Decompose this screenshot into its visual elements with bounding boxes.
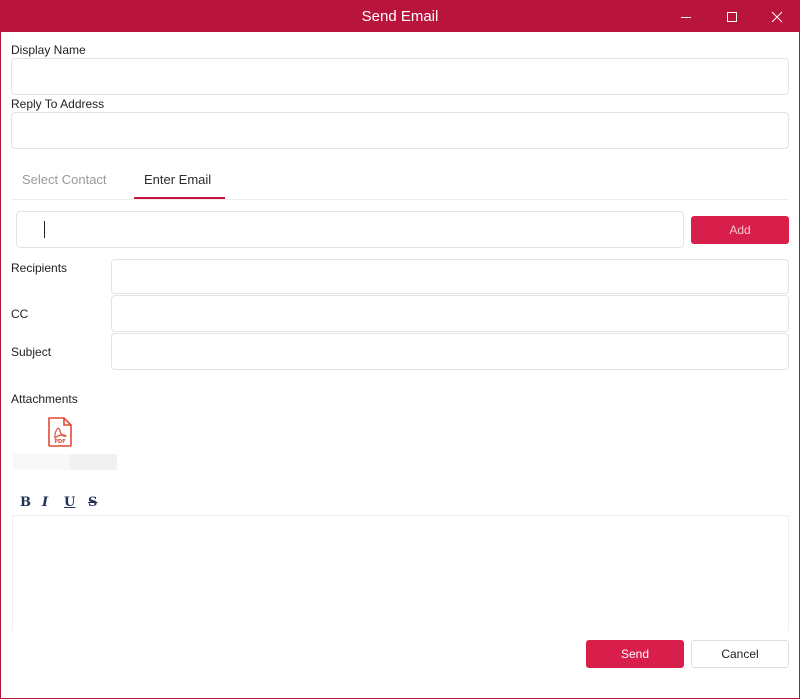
minimize-button[interactable] — [663, 1, 709, 32]
subject-field[interactable] — [111, 333, 789, 370]
attachment-remove-bar[interactable] — [70, 454, 117, 470]
italic-button[interactable]: I — [42, 495, 48, 510]
display-name-label: Display Name — [11, 43, 86, 57]
close-button[interactable] — [754, 1, 800, 32]
recipients-field[interactable] — [111, 259, 789, 294]
bold-button[interactable]: B — [20, 495, 31, 510]
add-email-button[interactable]: Add — [691, 216, 789, 244]
attachment-name-bar — [13, 454, 70, 470]
maximize-button[interactable] — [709, 1, 755, 32]
email-body-editor[interactable] — [12, 515, 789, 631]
subject-label: Subject — [11, 345, 52, 359]
pdf-icon-text: PDF — [54, 439, 65, 445]
email-address-input[interactable] — [16, 211, 684, 248]
send-button[interactable]: Send — [586, 640, 684, 668]
tab-enter-email[interactable]: Enter Email — [144, 172, 211, 187]
tab-select-contact[interactable]: Select Contact — [22, 172, 107, 187]
pdf-file-icon[interactable]: PDF — [47, 417, 73, 447]
display-name-input[interactable] — [11, 58, 789, 95]
cc-field[interactable] — [111, 295, 789, 332]
send-email-window: Send Email Display Name Reply To Address… — [0, 0, 800, 699]
recipients-label: Recipients — [11, 261, 68, 275]
attachments-label: Attachments — [11, 392, 78, 406]
cc-label: CC — [11, 307, 29, 321]
reply-to-input[interactable] — [11, 112, 789, 149]
strikethrough-button[interactable]: S — [88, 495, 97, 510]
maximize-icon — [727, 11, 737, 22]
cancel-button[interactable]: Cancel — [691, 640, 789, 668]
close-icon — [771, 11, 783, 22]
tab-divider — [12, 199, 789, 200]
reply-to-label: Reply To Address — [11, 97, 105, 111]
title-bar: Send Email — [1, 1, 799, 32]
text-caret — [44, 221, 45, 238]
underline-button[interactable]: U — [64, 495, 75, 510]
minimize-icon — [681, 16, 691, 18]
